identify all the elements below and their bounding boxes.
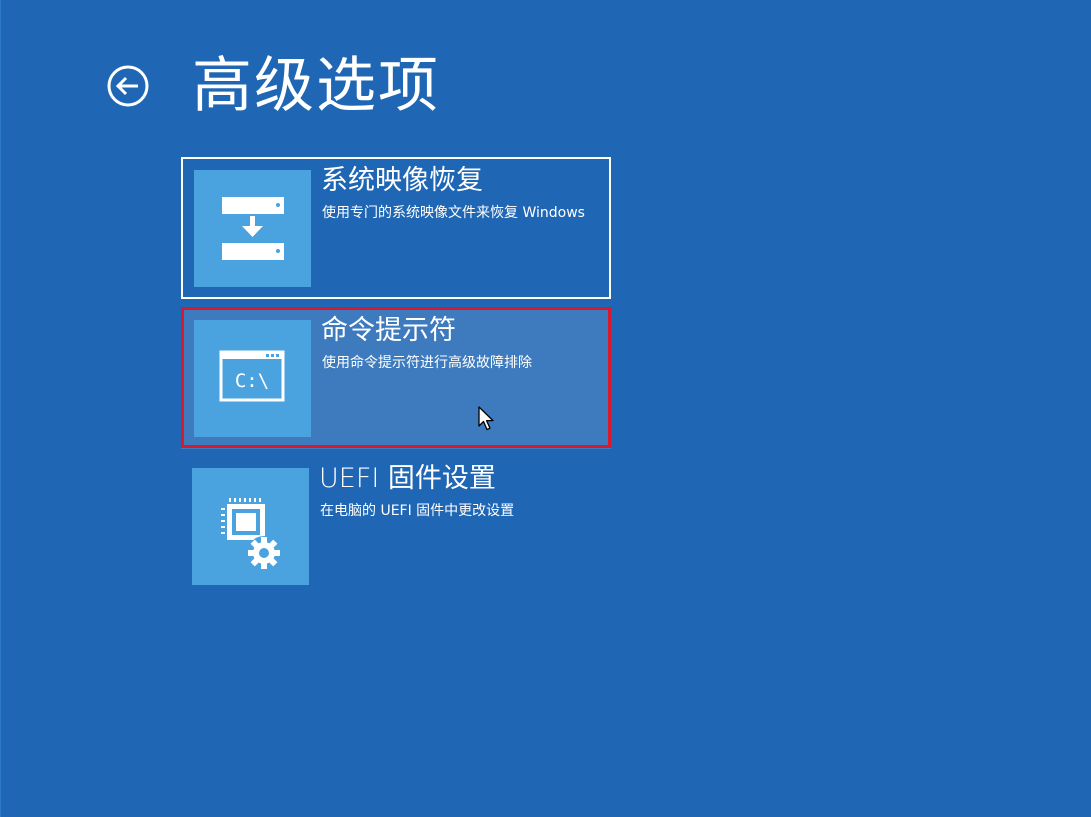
option-description: 使用命令提示符进行高级故障排除	[322, 355, 532, 371]
back-button[interactable]	[105, 63, 151, 109]
option-tile	[192, 468, 309, 585]
advanced-options-screen: 高级选项 系统映像恢复 使用专门的系统映像文件来恢复 Windows C:\ 命…	[0, 0, 1091, 817]
command-prompt-icon: C:\	[219, 350, 285, 402]
command-prompt-icon-text: C:\	[235, 370, 269, 392]
page-title: 高级选项	[192, 51, 440, 121]
back-arrow-circle-icon	[107, 65, 149, 107]
system-image-restore-icon	[222, 197, 284, 260]
option-system-image-recovery[interactable]: 系统映像恢复 使用专门的系统映像文件来恢复 Windows	[181, 157, 611, 299]
option-command-prompt[interactable]: C:\ 命令提示符 使用命令提示符进行高级故障排除	[181, 307, 611, 449]
option-tile: C:\	[194, 320, 311, 437]
option-uefi-firmware-settings[interactable]: UEFI 固件设置 在电脑的 UEFI 固件中更改设置	[181, 457, 611, 599]
firmware-settings-icon	[221, 498, 281, 570]
option-description: 使用专门的系统映像文件来恢复 Windows	[322, 205, 585, 221]
option-title: UEFI 固件设置	[319, 463, 496, 494]
option-title: 命令提示符	[321, 315, 456, 346]
option-description: 在电脑的 UEFI 固件中更改设置	[320, 503, 515, 519]
option-tile	[194, 170, 311, 287]
option-title: 系统映像恢复	[321, 165, 483, 196]
